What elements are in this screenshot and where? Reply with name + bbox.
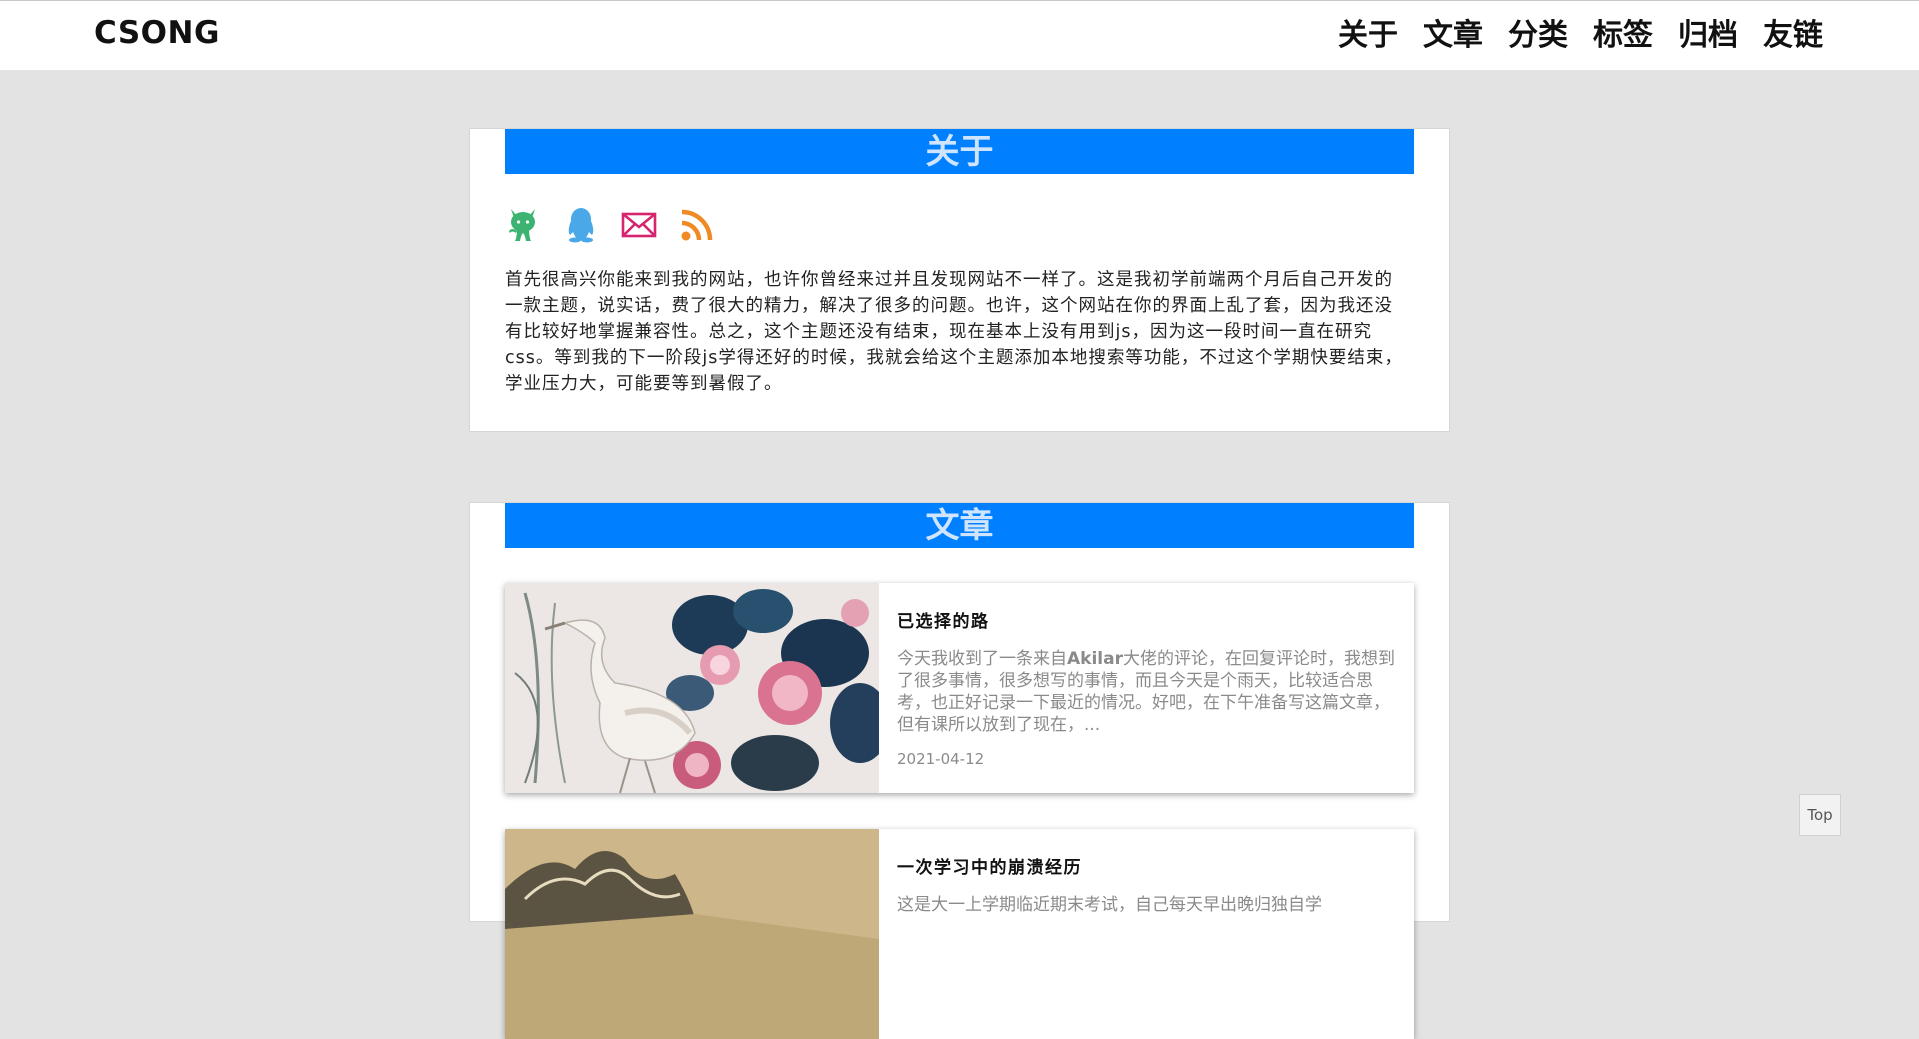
about-description: 首先很高兴你能来到我的网站，也许你曾经来过并且发现网站不一样了。这是我初学前端两…: [505, 270, 1403, 394]
post-title[interactable]: 已选择的路: [897, 607, 1397, 632]
post-summary: 这是大一上学期临近期末考试，自己每天早出晚归独自学: [897, 895, 1322, 915]
nav-item-archive[interactable]: 归档: [1678, 15, 1738, 57]
post-card[interactable]: 一次学习中的崩溃经历 这是大一上学期临近期末考试，自己每天早出晚归独自学: [505, 829, 1414, 1039]
top-navbar: CSONG 关于 文章 分类 标签 归档 友链: [0, 0, 1919, 70]
summary-mention: Akilar: [1067, 649, 1123, 669]
back-to-top-button[interactable]: Top: [1799, 794, 1841, 836]
mail-icon[interactable]: [621, 207, 657, 243]
posts-card: 文章 已选择的路 今天我收到了一条来自Akilar大佬的评论，在回复评论时，我想…: [469, 502, 1450, 1039]
nav-item-posts[interactable]: 文章: [1423, 15, 1483, 57]
post-body: 已选择的路 今天我收到了一条来自Akilar大佬的评论，在回复评论时，我想到了很…: [897, 607, 1397, 768]
about-card: 关于 首先很高兴你能来到我的网站，也许你曾经来过并且发现网站不一样了。这是我初学…: [469, 128, 1450, 432]
post-summary: 今天我收到了一条来自Akilar大佬的评论，在回复评论时，我想到了很多事情，很多…: [897, 648, 1397, 736]
post-body: 一次学习中的崩溃经历 这是大一上学期临近期末考试，自己每天早出晚归独自学: [897, 853, 1397, 982]
rss-icon[interactable]: [679, 207, 715, 243]
post-thumbnail: [505, 829, 879, 1039]
social-icons: [505, 207, 715, 243]
post-title[interactable]: 一次学习中的崩溃经历: [897, 853, 1397, 878]
github-icon[interactable]: [505, 207, 541, 243]
main-nav: 关于 文章 分类 标签 归档 友链: [1338, 15, 1823, 57]
nav-item-tags[interactable]: 标签: [1593, 15, 1653, 57]
posts-section-title: 文章: [505, 503, 1414, 548]
post-card[interactable]: 已选择的路 今天我收到了一条来自Akilar大佬的评论，在回复评论时，我想到了很…: [505, 583, 1414, 793]
about-section-title: 关于: [505, 129, 1414, 174]
site-brand[interactable]: CSONG: [94, 15, 220, 51]
nav-item-links[interactable]: 友链: [1763, 15, 1823, 57]
nav-item-about[interactable]: 关于: [1338, 15, 1398, 57]
summary-text: 今天我收到了一条来自: [897, 649, 1067, 669]
nav-item-categories[interactable]: 分类: [1508, 15, 1568, 57]
post-date: 2021-04-12: [897, 750, 985, 768]
post-thumbnail: [505, 583, 879, 793]
qq-icon[interactable]: [563, 207, 599, 243]
